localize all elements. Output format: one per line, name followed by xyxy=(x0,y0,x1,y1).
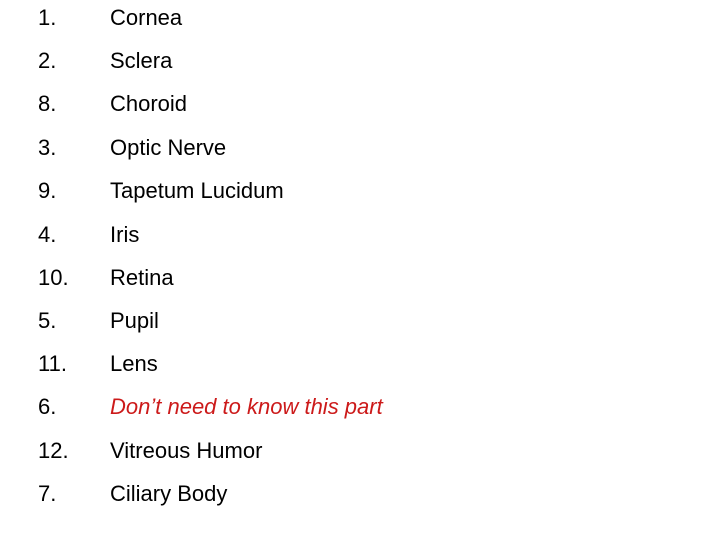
item-number: 10. xyxy=(38,265,69,290)
item-number: 9. xyxy=(38,178,57,203)
list-item: 2. Sclera xyxy=(0,46,720,76)
item-number: 3. xyxy=(38,135,57,160)
list-item: 4. Iris xyxy=(0,220,720,250)
item-label: Choroid xyxy=(110,91,188,116)
list-item: 9. Tapetum Lucidum xyxy=(0,176,720,206)
list-item: 1. Cornea xyxy=(0,3,720,33)
item-number: 12. xyxy=(38,438,69,463)
list-item: 6. Don’t need to know this part xyxy=(0,392,720,422)
item-label: Ciliary Body xyxy=(110,481,228,506)
list-item: 5. Pupil xyxy=(0,306,720,336)
item-label: Retina xyxy=(110,265,174,290)
item-number: 2. xyxy=(38,48,57,73)
item-number: 11. xyxy=(38,351,67,376)
item-label: Tapetum Lucidum xyxy=(110,178,284,203)
list-item: 7. Ciliary Body xyxy=(0,479,720,509)
list-item: 3. Optic Nerve xyxy=(0,133,720,163)
item-label: Lens xyxy=(110,351,158,376)
item-number: 6. xyxy=(38,394,57,419)
item-label: Iris xyxy=(110,222,140,247)
item-number: 1. xyxy=(38,5,57,30)
item-label: Pupil xyxy=(110,308,159,333)
item-label: Sclera xyxy=(110,48,173,73)
item-number: 5. xyxy=(38,308,57,333)
item-number: 7. xyxy=(38,481,57,506)
item-note-label: Don’t need to know this part xyxy=(110,394,383,419)
item-label: Cornea xyxy=(110,5,183,30)
item-label: Optic Nerve xyxy=(110,135,227,160)
list-item: 10. Retina xyxy=(0,263,720,293)
list-item: 12. Vitreous Humor xyxy=(0,436,720,466)
list-item: 8. Choroid xyxy=(0,89,720,119)
item-number: 4. xyxy=(38,222,57,247)
item-number: 8. xyxy=(38,91,57,116)
item-label: Vitreous Humor xyxy=(110,438,263,463)
list-item: 11. Lens xyxy=(0,349,720,379)
